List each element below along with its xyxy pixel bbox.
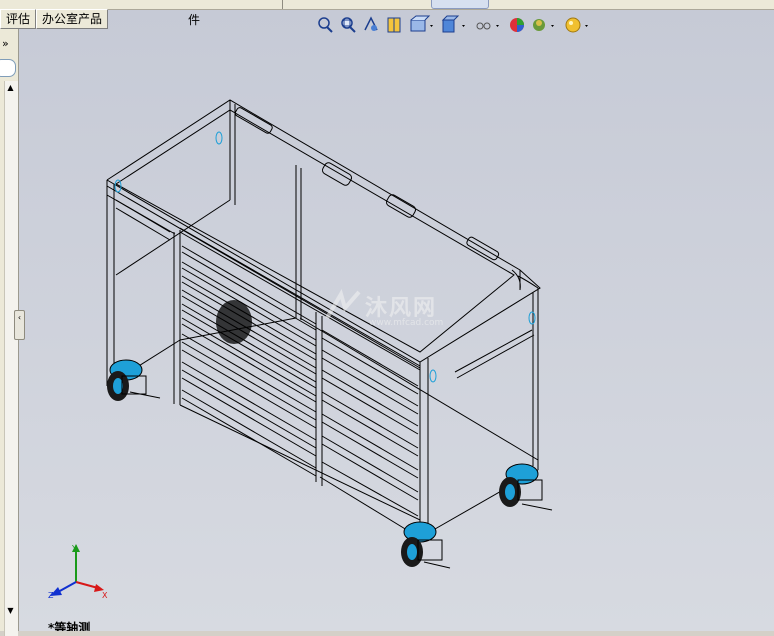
- view-orientation-icon[interactable]: [408, 14, 436, 36]
- menu-fragment[interactable]: [188, 0, 249, 9]
- menu-fragment-parts[interactable]: 部件: [90, 0, 200, 27]
- menu-fragment[interactable]: [248, 0, 283, 9]
- caster-front-right: [401, 521, 451, 569]
- scroll-up-icon[interactable]: ▲: [4, 81, 17, 94]
- hide-show-items-icon[interactable]: [474, 14, 502, 36]
- triad-x-label: X: [102, 591, 108, 600]
- menu-fragment[interactable]: [138, 0, 189, 9]
- graphics-area[interactable]: 沐风网 www.mfcad.com Y X Z *等轴测: [18, 0, 774, 631]
- expand-panel-icon[interactable]: »: [2, 37, 9, 50]
- triad-y-label: Y: [71, 544, 77, 553]
- filter-field[interactable]: [0, 59, 16, 77]
- tab-office-products[interactable]: 办公室产品: [36, 9, 109, 29]
- commandmanager-tabs: 评估 办公室产品: [0, 9, 109, 29]
- menu-fragment[interactable]: [0, 0, 61, 9]
- caster-back-right: [499, 463, 553, 511]
- scroll-down-icon[interactable]: ▼: [4, 604, 17, 617]
- zoom-to-fit-icon[interactable]: [316, 14, 334, 36]
- tab-evaluate[interactable]: 评估: [0, 9, 37, 29]
- menu-fragment[interactable]: [60, 0, 91, 9]
- previous-view-icon[interactable]: [362, 14, 380, 36]
- reference-triad: Y X Z: [48, 544, 108, 600]
- view-settings-icon[interactable]: [564, 14, 592, 36]
- panel-scrollbar[interactable]: [4, 81, 18, 636]
- watermark-logo-icon: [325, 288, 361, 320]
- view-orientation-label: *等轴测: [48, 621, 91, 631]
- edit-appearance-icon[interactable]: [508, 14, 526, 36]
- menu-strip: 部件: [0, 0, 774, 27]
- section-view-icon[interactable]: [385, 14, 403, 36]
- panel-splitter-handle[interactable]: ‹: [14, 310, 25, 340]
- drawers: [181, 245, 419, 517]
- command-manager-button[interactable]: [431, 0, 489, 9]
- triad-z-label: Z: [48, 591, 54, 600]
- watermark-url: www.mfcad.com: [369, 318, 444, 328]
- display-style-icon[interactable]: [440, 14, 468, 36]
- zoom-to-area-icon[interactable]: [339, 14, 357, 36]
- apply-scene-icon[interactable]: [530, 14, 558, 36]
- caster-front-left: [107, 359, 161, 401]
- watermark: 沐风网 www.mfcad.com: [323, 288, 493, 338]
